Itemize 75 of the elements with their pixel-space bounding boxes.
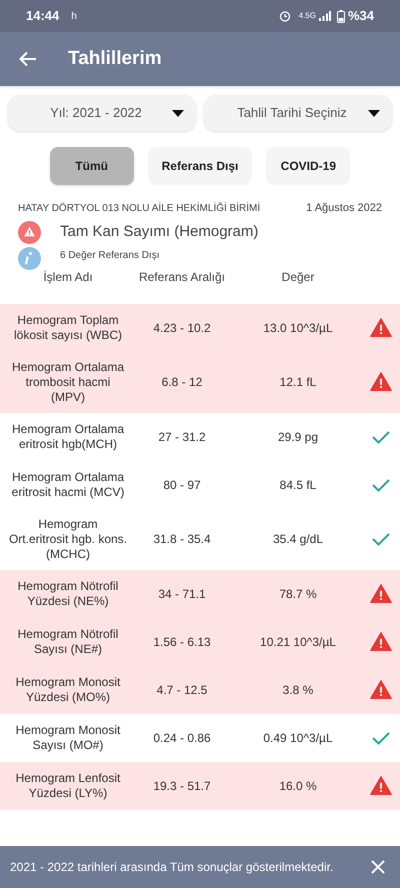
alarm-icon	[278, 10, 291, 22]
notification-text: h	[71, 10, 77, 24]
test-item-name: Hemogram Monosit Sayısı (MO#)	[14, 722, 122, 752]
warning-icon	[370, 774, 392, 796]
check-icon	[371, 476, 391, 492]
filter-tab[interactable]: Referans Dışı	[148, 147, 252, 185]
reference-range: 6.8 - 12	[160, 374, 204, 391]
close-icon	[370, 859, 386, 875]
column-header: Değer	[280, 268, 316, 286]
check-icon	[371, 428, 391, 444]
column-header: İşlem Adı	[42, 268, 94, 286]
reference-range: 4.7 - 12.5	[156, 682, 208, 698]
battery-level: %34	[348, 7, 374, 26]
test-item-name: Hemogram Ortalama eritrosit hgb(MCH)	[10, 422, 126, 452]
result-value: 12.1 fL	[278, 374, 318, 391]
result-row[interactable]: Hemogram Nötrofil Sayısı (NE#) 1.56 - 6.13 10.21 10^3/µL	[0, 618, 400, 666]
page-title: Tahlillerim	[68, 46, 162, 71]
check-icon	[371, 730, 391, 746]
reference-range: 0.24 - 0.86	[152, 730, 212, 746]
result-value: 3.8 %	[282, 682, 314, 698]
reference-range: 4.23 - 10.2	[152, 320, 212, 336]
reference-range: 80 - 97	[162, 476, 202, 494]
reference-range: 31.8 - 35.4	[152, 531, 212, 548]
test-item-name: Hemogram Monosit Yüzdesi (MO%)	[14, 674, 122, 704]
column-header: Referans Aralığı	[138, 268, 226, 286]
test-item-name: Hemogram Ort.eritrosit hgb. kons.(MCHC)	[8, 516, 128, 562]
caret-icon	[172, 110, 184, 116]
test-item-name: Hemogram Nötrofil Sayısı (NE#)	[16, 626, 120, 656]
filter-tab[interactable]: Tümü	[50, 147, 134, 185]
result-value: 29.9 pg	[276, 428, 320, 446]
signal-icon	[318, 11, 331, 21]
reference-range: 34 - 71.1	[157, 586, 207, 602]
reference-range: 1.56 - 6.13	[152, 634, 212, 650]
result-row[interactable]: Hemogram Toplam lökosit sayısı (WBC) 4.23 - 10.2 13.0 10^3/µL	[0, 304, 400, 352]
back-icon	[19, 51, 37, 67]
test-item-name: Hemogram Ortalama eritrosit hacmi (MCV)	[10, 470, 126, 500]
result-value: 16.0 %	[278, 778, 318, 794]
summary-text: 6 Değer Referans Dışı	[60, 248, 160, 262]
filter-tab[interactable]: COVID-19	[266, 147, 350, 185]
clock: 14:44	[26, 7, 60, 26]
result-row[interactable]: Hemogram Ortalama trombosit hacmi (MPV) 6.8 - 12 12.1 fL	[0, 352, 400, 412]
battery-icon	[336, 10, 345, 22]
check-icon	[371, 531, 391, 547]
result-value: 0.49 10^3/µL	[262, 730, 334, 746]
test-name: Tam Kan Sayımı (Hemogram)	[60, 222, 258, 242]
warning-icon	[370, 316, 392, 338]
filter-dropdown[interactable]: Tahlil Tarihi Seçiniz	[204, 95, 392, 131]
test-item-name: Hemogram Toplam lökosit sayısı (WBC)	[12, 312, 123, 342]
result-row[interactable]: Hemogram Monosit Yüzdesi (MO%) 4.7 - 12.5 3.8 %	[0, 666, 400, 714]
back-button[interactable]	[18, 49, 38, 69]
result-value: 84.5 fL	[278, 476, 318, 494]
filter-dropdown[interactable]: Yıl: 2021 - 2022	[8, 95, 196, 131]
result-row[interactable]: Hemogram Lenfosit Yüzdesi (LY%) 19.3 - 51.7 16.0 %	[0, 762, 400, 810]
warning-icon	[370, 371, 392, 393]
warning-icon	[370, 630, 392, 652]
warning-icon	[370, 582, 392, 604]
caret-icon	[368, 110, 380, 116]
reference-range: 19.3 - 51.7	[152, 778, 212, 794]
test-item-name: Hemogram Nötrofil Yüzdesi (NE%)	[16, 578, 120, 608]
info-icon	[18, 246, 41, 270]
warning-icon	[18, 220, 41, 244]
test-item-name: Hemogram Ortalama trombosit hacmi (MPV)	[10, 360, 126, 404]
result-row[interactable]: Hemogram Nötrofil Yüzdesi (NE%) 34 - 71.1 78.7 %	[0, 570, 400, 618]
report-date: 1 Ağustos 2022	[306, 201, 382, 216]
reference-range: 27 - 31.2	[157, 428, 207, 446]
result-value: 10.21 10^3/µL	[259, 634, 337, 650]
warning-icon	[370, 678, 392, 700]
result-value: 78.7 %	[278, 586, 318, 602]
institution-name: HATAY DÖRTYOL 013 NOLU AİLE HEKİMLİĞİ BİRİMİ	[18, 201, 262, 216]
test-item-name: Hemogram Lenfosit Yüzdesi (LY%)	[14, 770, 122, 800]
result-value: 35.4 g/dL	[272, 531, 324, 548]
result-value: 13.0 10^3/µL	[262, 320, 334, 336]
snackbar-message: 2021 - 2022 tarihleri arasında Tüm sonuçlar gösterilmektedir.	[10, 859, 334, 876]
network-type: 4.5G	[298, 10, 316, 22]
close-button[interactable]	[370, 859, 386, 875]
